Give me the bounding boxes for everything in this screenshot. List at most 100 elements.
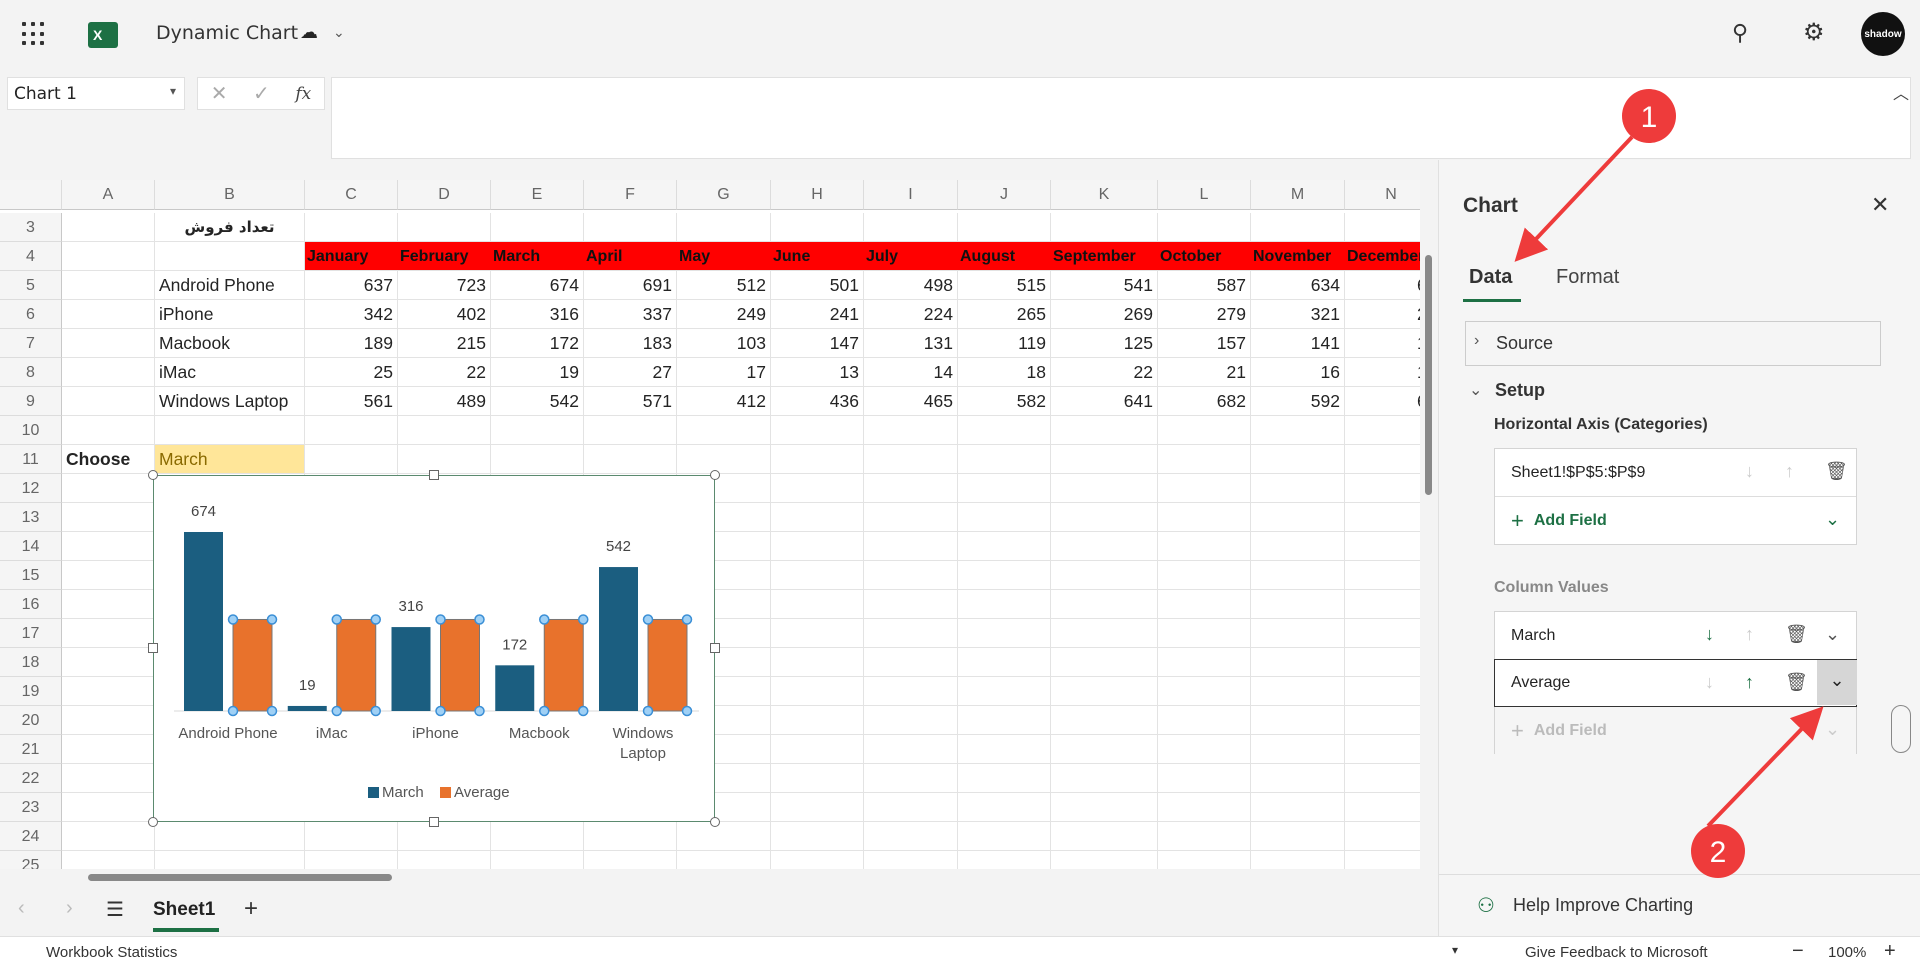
value-cell[interactable]: 249 [677, 300, 771, 329]
cell[interactable] [62, 416, 155, 445]
cell[interactable] [1051, 706, 1158, 735]
row-header[interactable]: 5 [0, 271, 62, 300]
row-header[interactable]: 7 [0, 329, 62, 358]
cell[interactable] [62, 474, 155, 503]
selection-handle[interactable] [474, 614, 485, 625]
cell[interactable] [677, 822, 771, 851]
cell[interactable] [62, 677, 155, 706]
confirm-icon[interactable]: ✓ [253, 81, 270, 106]
cell[interactable] [62, 764, 155, 793]
cell[interactable] [62, 619, 155, 648]
value-cell[interactable]: 269 [1051, 300, 1158, 329]
cell[interactable] [864, 677, 958, 706]
cell[interactable] [305, 445, 398, 474]
cell[interactable] [958, 416, 1051, 445]
cell[interactable] [864, 793, 958, 822]
cell[interactable] [864, 474, 958, 503]
cell[interactable] [1345, 213, 1420, 242]
cell[interactable] [677, 416, 771, 445]
cell[interactable] [958, 648, 1051, 677]
column-header[interactable]: B [155, 180, 305, 210]
value-cell[interactable]: 316 [491, 300, 584, 329]
column-header[interactable]: J [958, 180, 1051, 210]
cell[interactable] [958, 590, 1051, 619]
value-cell[interactable]: 19 [491, 358, 584, 387]
selection-handle[interactable] [370, 705, 381, 717]
value-cell[interactable]: 18 [958, 358, 1051, 387]
row-header[interactable]: 13 [0, 503, 62, 532]
document-title[interactable]: Dynamic Chart [156, 22, 298, 44]
choose-label[interactable]: Choose [62, 445, 155, 474]
cell[interactable] [1051, 677, 1158, 706]
selection-handle[interactable] [370, 614, 381, 625]
cell[interactable] [864, 764, 958, 793]
give-feedback-link[interactable]: Give Feedback to Microsoft [1525, 944, 1708, 961]
row-header[interactable]: 10 [0, 416, 62, 445]
tab-format[interactable]: Format [1556, 266, 1619, 289]
month-header[interactable]: May [677, 242, 771, 271]
help-improve-charting-link[interactable]: Help Improve Charting [1513, 895, 1693, 916]
bar-march[interactable] [287, 705, 327, 711]
cell[interactable] [1251, 561, 1345, 590]
cell[interactable] [1158, 677, 1251, 706]
value-cell[interactable]: 542 [491, 387, 584, 416]
cell[interactable] [1051, 590, 1158, 619]
row-header[interactable]: 23 [0, 793, 62, 822]
cell[interactable] [1051, 503, 1158, 532]
month-header[interactable]: June [771, 242, 864, 271]
cell[interactable] [398, 213, 491, 242]
cell[interactable] [771, 619, 864, 648]
cell[interactable] [1251, 851, 1345, 869]
value-cell[interactable]: 265 [958, 300, 1051, 329]
cell[interactable] [677, 445, 771, 474]
cell[interactable] [1345, 416, 1420, 445]
add-sheet-button[interactable]: + [244, 895, 258, 923]
month-header[interactable]: January [305, 242, 398, 271]
vertical-scroll-thumb[interactable] [1425, 255, 1432, 495]
cell[interactable] [1251, 735, 1345, 764]
cell[interactable] [1158, 213, 1251, 242]
pane-resize-handle[interactable] [1891, 705, 1911, 753]
cell[interactable] [1345, 532, 1420, 561]
chart-resize-handle[interactable] [148, 817, 158, 827]
cell[interactable] [62, 822, 155, 851]
cell[interactable] [771, 764, 864, 793]
select-all-corner[interactable] [0, 180, 62, 210]
cell[interactable] [62, 532, 155, 561]
value-cell[interactable]: 16 [1251, 358, 1345, 387]
bar-average[interactable] [543, 618, 584, 712]
formula-input[interactable] [331, 77, 1911, 159]
cell[interactable] [958, 474, 1051, 503]
cell[interactable] [771, 822, 864, 851]
selection-handle[interactable] [435, 614, 446, 625]
cell[interactable] [864, 445, 958, 474]
selection-handle[interactable] [331, 614, 342, 625]
cell[interactable] [1251, 822, 1345, 851]
bar-average[interactable] [232, 618, 273, 712]
bar-march[interactable] [184, 532, 223, 711]
value-cell[interactable]: 172 [491, 329, 584, 358]
cell[interactable] [771, 648, 864, 677]
cell[interactable] [62, 242, 155, 271]
cell[interactable] [1251, 677, 1345, 706]
value-cell[interactable]: 682 [1158, 387, 1251, 416]
delete-icon[interactable]: 🗑 [1785, 624, 1808, 645]
value-cell[interactable]: 582 [958, 387, 1051, 416]
column-header[interactable]: F [584, 180, 677, 210]
bar-march[interactable] [495, 665, 535, 711]
cell[interactable] [491, 445, 584, 474]
cell[interactable] [958, 793, 1051, 822]
cell[interactable] [62, 648, 155, 677]
cell[interactable] [771, 532, 864, 561]
choose-dropdown-cell[interactable]: March [155, 445, 305, 474]
cell[interactable] [1051, 213, 1158, 242]
column-header[interactable]: D [398, 180, 491, 210]
cell[interactable] [771, 590, 864, 619]
cell[interactable] [1251, 532, 1345, 561]
selection-handle[interactable] [578, 705, 589, 717]
cell[interactable] [864, 503, 958, 532]
cell[interactable] [1158, 735, 1251, 764]
row-header[interactable]: 6 [0, 300, 62, 329]
cell[interactable] [1345, 590, 1420, 619]
chart[interactable]: 674 Android Phone 19 iMac 316 iPhone 172 Macboo… [148, 470, 720, 827]
